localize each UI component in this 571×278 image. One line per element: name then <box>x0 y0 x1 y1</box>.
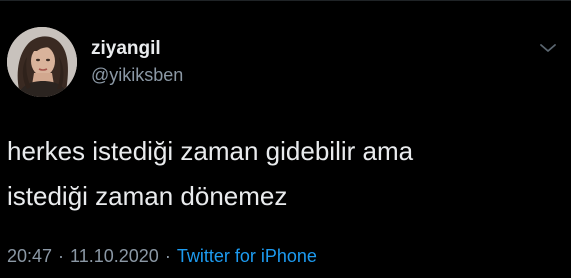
tweet-meta: 20:47 · 11.10.2020 · Twitter for iPhone <box>7 245 317 267</box>
more-options-button[interactable] <box>536 39 560 57</box>
tweet-text-line: herkes istediği zaman gidebilir ama <box>7 136 414 166</box>
meta-separator: · <box>58 246 65 266</box>
profile-photo-icon <box>7 27 77 97</box>
tweet-card: ziyangil @yikiksben herkes istediği zama… <box>0 0 571 278</box>
tweet-text-line: istediği zaman dönemez <box>7 181 288 211</box>
tweet-source-link[interactable]: Twitter for iPhone <box>177 246 317 266</box>
display-name[interactable]: ziyangil <box>91 38 161 60</box>
chevron-down-icon <box>540 44 556 52</box>
avatar[interactable] <box>7 27 77 97</box>
tweet-date[interactable]: 11.10.2020 <box>70 246 159 266</box>
user-handle[interactable]: @yikiksben <box>91 64 183 86</box>
tweet-text: herkes istediği zaman gidebilir ama iste… <box>7 129 563 219</box>
tweet-time[interactable]: 20:47 <box>7 246 52 266</box>
top-divider <box>0 0 571 1</box>
meta-separator: · <box>164 246 171 266</box>
